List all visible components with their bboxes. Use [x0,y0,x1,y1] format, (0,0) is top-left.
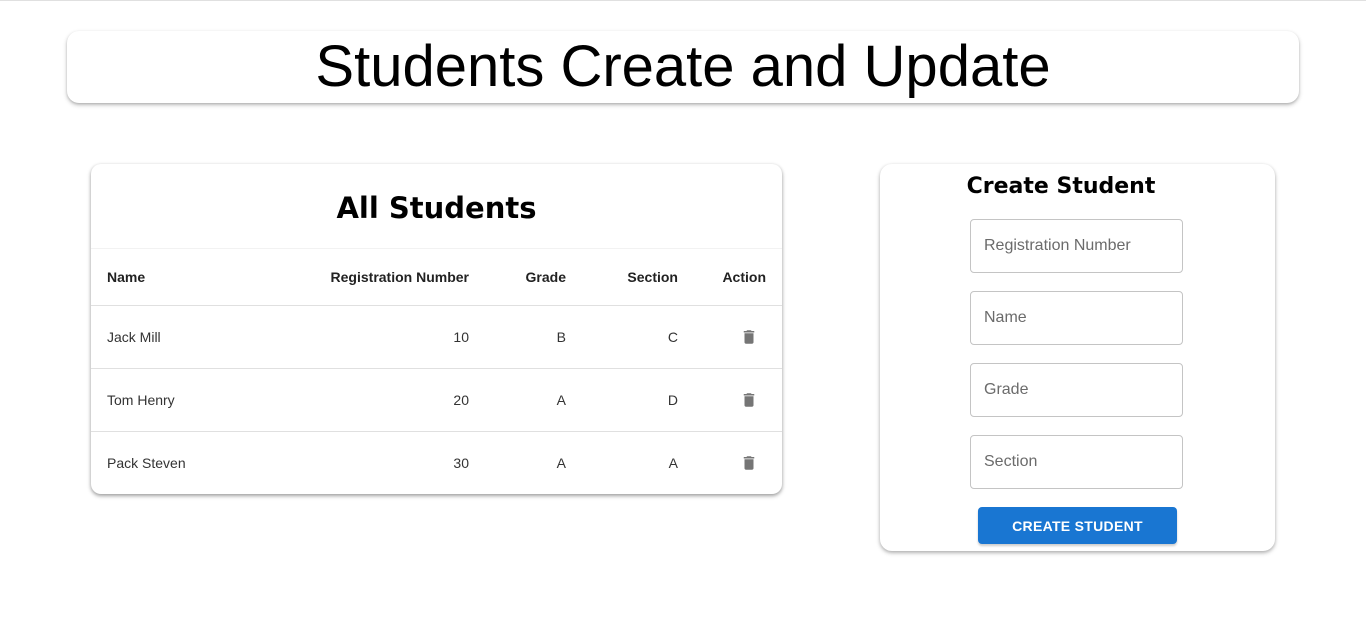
students-table-title: All Students [336,191,537,225]
cell-registration: 10 [273,305,485,369]
cell-action [694,368,782,432]
table-row: Jack Mill 10 B C [91,305,782,369]
name-input[interactable] [970,291,1183,345]
create-student-button[interactable]: CREATE STUDENT [978,507,1177,544]
column-header-section: Section [582,248,694,306]
cell-name: Pack Steven [107,455,186,472]
column-header-action: Action [694,248,782,306]
cell-name: Jack Mill [91,305,273,369]
cell-registration: 20 [273,368,485,432]
column-header-name: Name [91,248,273,306]
cell-action [694,432,782,495]
table-row: Tom Henry 20 A D [91,368,782,432]
section-input[interactable] [970,435,1183,489]
top-divider [0,0,1366,1]
cell-name: Tom Henry [91,368,273,432]
cell-action [694,305,782,369]
create-student-card: Create Student CREATE STUDENT [880,164,1275,551]
students-table-card: All Students Name Registration Number Gr… [91,164,782,494]
column-header-registration: Registration Number [273,248,485,306]
cell-grade: B [485,305,582,369]
page-title: Students Create and Update [315,34,1051,99]
cell-section: D [582,368,694,432]
table-header-row: Name Registration Number Grade Section A… [91,248,782,306]
trash-icon[interactable] [740,328,758,346]
students-table: Name Registration Number Grade Section A… [91,248,782,494]
trash-icon[interactable] [740,454,758,472]
table-row: Pack Steven 30 A A [91,432,782,495]
cell-grade: A [485,368,582,432]
cell-registration: 30 [453,455,469,472]
create-student-title: Create Student [966,174,1156,199]
cell-section: C [582,305,694,369]
column-header-grade: Grade [485,248,582,306]
cell-section: A [668,455,678,472]
page-header: Students Create and Update [67,31,1299,103]
cell-grade: A [556,455,566,472]
trash-icon[interactable] [740,391,758,409]
registration-number-input[interactable] [970,219,1183,273]
grade-input[interactable] [970,363,1183,417]
